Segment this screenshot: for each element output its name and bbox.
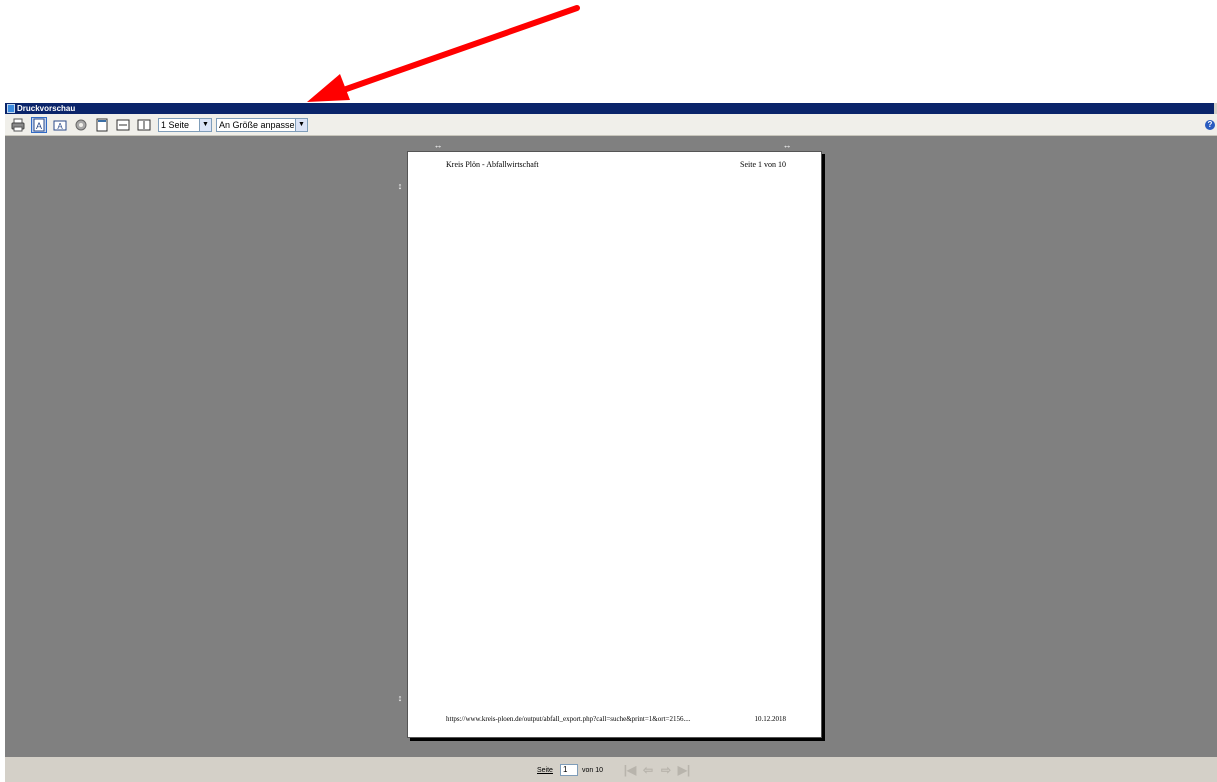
help-icon[interactable]: ? <box>1205 120 1215 130</box>
page-header-left: Kreis Plön - Abfallwirtschaft <box>446 160 539 169</box>
status-bar: Seite 1 von 10 |◀ ⇦ ⇨ ▶| <box>5 757 1217 782</box>
screenshot: Druckvorschau A A 1 Seite ▼ An Größe anp… <box>0 0 1217 782</box>
gear-icon <box>75 119 87 131</box>
printer-icon <box>11 118 25 132</box>
page-number-input[interactable]: 1 <box>560 764 578 776</box>
landscape-button[interactable]: A <box>52 117 68 133</box>
preview-page: Kreis Plön - Abfallwirtschaft Seite 1 vo… <box>407 151 822 738</box>
page-width-button[interactable] <box>115 117 131 133</box>
top-margin-handle[interactable]: ↕ <box>395 182 405 195</box>
portrait-icon: A <box>33 118 45 132</box>
svg-text:A: A <box>36 121 42 131</box>
app-icon <box>7 104 15 113</box>
previous-page-icon[interactable]: ⇦ <box>641 763 655 777</box>
full-page-icon <box>96 118 108 132</box>
zoom-select-value: An Größe anpassen <box>219 120 300 130</box>
page-header-right: Seite 1 von 10 <box>740 160 786 169</box>
svg-text:A: A <box>57 122 63 131</box>
toolbar: A A 1 Seite ▼ An Größe anpassen ▼ ? <box>5 114 1217 136</box>
page-width-icon <box>116 119 130 131</box>
portrait-button[interactable]: A <box>31 117 47 133</box>
print-button[interactable] <box>10 117 26 133</box>
zoom-select[interactable]: An Größe anpassen ▼ <box>216 118 308 132</box>
page-total-label: von 10 <box>582 767 604 774</box>
first-page-icon[interactable]: |◀ <box>623 763 637 777</box>
bottom-margin-handle[interactable]: ↕ <box>395 694 405 707</box>
next-page-icon[interactable]: ⇨ <box>659 763 673 777</box>
full-page-button[interactable] <box>94 117 110 133</box>
page-setup-button[interactable] <box>73 117 89 133</box>
page-footer-url: https://www.kreis-ploen.de/output/abfall… <box>446 715 691 723</box>
left-margin-handle[interactable]: ↔ <box>432 140 444 150</box>
annotation-arrow <box>307 5 580 102</box>
right-margin-handle[interactable]: ↔ <box>781 140 793 150</box>
page-label: Seite <box>537 767 553 774</box>
page-footer-date: 10.12.2018 <box>754 715 787 723</box>
landscape-icon: A <box>53 120 67 131</box>
print-preview-window: Druckvorschau A A 1 Seite ▼ An Größe anp… <box>5 103 1217 782</box>
last-page-icon[interactable]: ▶| <box>677 763 691 777</box>
multi-page-icon <box>137 119 151 131</box>
chevron-down-icon[interactable]: ▼ <box>199 119 211 131</box>
window-title: Druckvorschau <box>17 104 76 113</box>
pages-select[interactable]: 1 Seite ▼ <box>158 118 212 132</box>
multi-page-button[interactable] <box>136 117 152 133</box>
title-bar: Druckvorschau <box>5 103 1217 114</box>
chevron-down-icon[interactable]: ▼ <box>295 119 307 131</box>
pages-select-value: 1 Seite <box>161 120 190 130</box>
